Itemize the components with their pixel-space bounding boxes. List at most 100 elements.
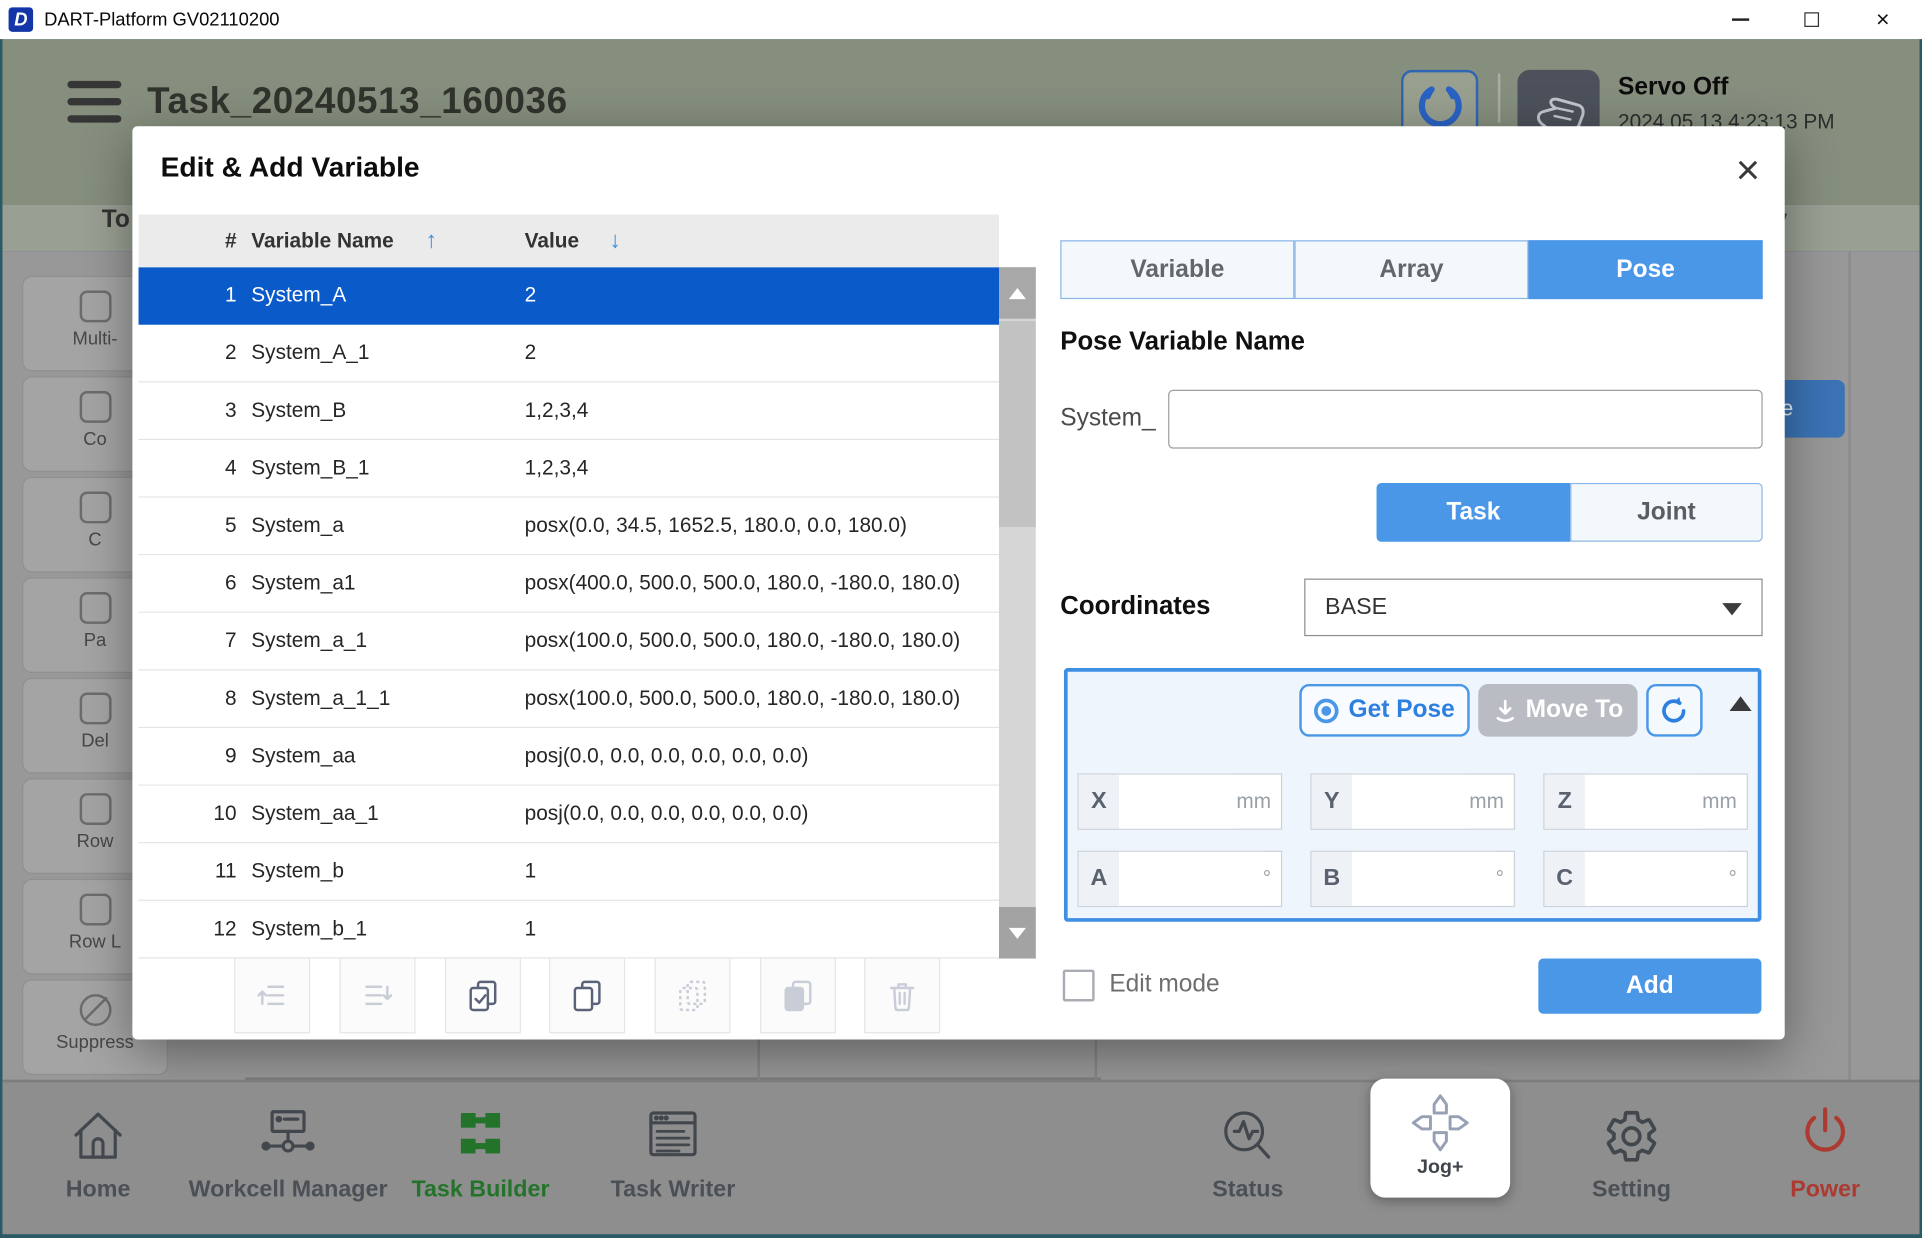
nav-home[interactable]: Home — [6, 1082, 190, 1234]
pose-c-input[interactable] — [1585, 852, 1729, 906]
move-down-list-button[interactable] — [340, 957, 416, 1033]
collapse-panel-button[interactable] — [1730, 696, 1752, 711]
pose-name-input[interactable] — [1168, 390, 1762, 449]
pose-field-a: A ° — [1077, 851, 1282, 907]
nav-status[interactable]: Status — [1156, 1082, 1340, 1234]
sort-descending-icon[interactable]: ↓ — [609, 215, 621, 268]
move-to-button[interactable]: Move To — [1478, 684, 1637, 737]
paste-outline-icon — [674, 977, 711, 1014]
nav-task-builder[interactable]: Task Builder — [389, 1082, 573, 1234]
pose-a-input[interactable] — [1119, 852, 1263, 906]
command-icon — [79, 492, 111, 524]
pose-x-input[interactable] — [1119, 775, 1236, 829]
window-titlebar: D DART-Platform GV02110200 × — [0, 0, 1922, 39]
copy-icon — [569, 977, 606, 1014]
table-row[interactable]: 11System_b1 — [139, 843, 999, 901]
table-row[interactable]: 4System_B_11,2,3,4 — [139, 440, 999, 498]
edit-mode-checkbox[interactable] — [1063, 970, 1095, 1002]
pose-field-x: X mm — [1077, 773, 1282, 829]
variable-name-prefix: System_ — [1060, 405, 1155, 433]
main-menu-button[interactable] — [67, 81, 121, 128]
chevron-down-icon — [1722, 603, 1742, 615]
triangle-down-icon — [1009, 927, 1026, 938]
window-close-button[interactable]: × — [1856, 0, 1910, 39]
pose-z-input[interactable] — [1585, 775, 1702, 829]
dialog-close-button[interactable]: × — [1721, 143, 1775, 197]
target-radio-icon — [1314, 698, 1339, 723]
move-up-list-button[interactable] — [234, 957, 310, 1033]
pose-field-b: B ° — [1310, 851, 1515, 907]
screen-border — [0, 39, 2, 1238]
rows-icon — [79, 894, 111, 926]
duplicate-button[interactable] — [760, 957, 836, 1033]
table-row[interactable]: 3System_B1,2,3,4 — [139, 382, 999, 440]
table-scrollbar[interactable] — [999, 267, 1036, 958]
nav-power[interactable]: Power — [1733, 1082, 1917, 1234]
duplicate-icon — [780, 977, 817, 1014]
pose-field-c: C ° — [1543, 851, 1748, 907]
suppress-icon — [79, 994, 111, 1026]
paste-button[interactable] — [655, 957, 731, 1033]
panel-divider — [1848, 251, 1850, 1080]
move-down-list-icon — [359, 977, 396, 1014]
coordinates-dropdown[interactable]: BASE — [1304, 579, 1762, 637]
screen-border — [0, 1234, 1922, 1238]
pose-b-input[interactable] — [1352, 852, 1496, 906]
header-divider — [1498, 74, 1500, 123]
table-row[interactable]: 1System_A2 — [139, 267, 999, 325]
get-pose-button[interactable]: Get Pose — [1299, 684, 1469, 737]
trash-icon — [884, 977, 921, 1014]
command-icon — [79, 391, 111, 423]
refresh-icon — [1658, 694, 1690, 726]
table-row[interactable]: 9System_aaposj(0.0, 0.0, 0.0, 0.0, 0.0, … — [139, 728, 999, 786]
table-row[interactable]: 10System_aa_1posj(0.0, 0.0, 0.0, 0.0, 0.… — [139, 786, 999, 844]
nav-workcell-manager[interactable]: Workcell Manager — [196, 1082, 380, 1234]
status-icon — [1214, 1102, 1283, 1171]
command-icon — [79, 291, 111, 323]
dimmed-panel-tick — [758, 1039, 760, 1079]
column-variable-name: Variable Name — [251, 215, 393, 268]
close-icon: × — [1876, 8, 1890, 31]
nav-jog[interactable]: Jog+ — [1370, 1079, 1510, 1198]
nav-task-writer[interactable]: Task Writer — [581, 1082, 765, 1234]
app-logo-icon: D — [9, 7, 34, 32]
table-row[interactable]: 8System_a_1_1posx(100.0, 500.0, 500.0, 1… — [139, 670, 999, 728]
column-value: Value — [525, 215, 579, 268]
copy-checked-button[interactable] — [445, 957, 521, 1033]
maximize-icon — [1804, 12, 1819, 27]
copy-button[interactable] — [549, 957, 625, 1033]
refresh-pose-button[interactable] — [1646, 684, 1702, 737]
nav-setting[interactable]: Setting — [1540, 1082, 1724, 1234]
bottom-navigation: Home Workcell Manager Task Builder — [0, 1080, 1922, 1234]
space-tab-task[interactable]: Task — [1377, 483, 1571, 542]
scroll-down-button[interactable] — [999, 907, 1036, 958]
servo-status: Servo Off — [1618, 74, 1728, 102]
delete-button[interactable] — [864, 957, 940, 1033]
sidebar-tab-fragment: To — [102, 206, 130, 234]
table-row[interactable]: 12System_b_11 — [139, 901, 999, 959]
table-row[interactable]: 7System_a_1posx(100.0, 500.0, 500.0, 180… — [139, 613, 999, 671]
add-button[interactable]: Add — [1538, 959, 1761, 1014]
tab-pose[interactable]: Pose — [1529, 240, 1763, 299]
home-icon — [64, 1102, 133, 1171]
pose-y-input[interactable] — [1352, 775, 1469, 829]
command-icon — [79, 592, 111, 624]
column-index: # — [139, 215, 237, 268]
scrollbar-thumb[interactable] — [999, 321, 1036, 527]
gear-icon — [1597, 1102, 1666, 1171]
dialog-title: Edit & Add Variable — [161, 151, 420, 184]
scroll-up-button[interactable] — [999, 267, 1036, 318]
variable-table-header: # Variable Name ↑ Value ↓ — [139, 215, 999, 268]
window-maximize-button[interactable] — [1785, 0, 1839, 39]
triangle-up-icon — [1009, 287, 1026, 298]
table-row[interactable]: 2System_A_12 — [139, 325, 999, 383]
tab-array[interactable]: Array — [1294, 240, 1528, 299]
jog-dpad-icon — [1406, 1088, 1475, 1157]
tab-variable[interactable]: Variable — [1060, 240, 1294, 299]
table-row[interactable]: 5System_aposx(0.0, 34.5, 1652.5, 180.0, … — [139, 498, 999, 556]
sort-ascending-icon[interactable]: ↑ — [425, 215, 437, 268]
table-row[interactable]: 6System_a1posx(400.0, 500.0, 500.0, 180.… — [139, 555, 999, 613]
space-tab-joint[interactable]: Joint — [1570, 483, 1762, 542]
window-minimize-button[interactable] — [1714, 0, 1768, 39]
task-writer-icon — [639, 1102, 708, 1171]
